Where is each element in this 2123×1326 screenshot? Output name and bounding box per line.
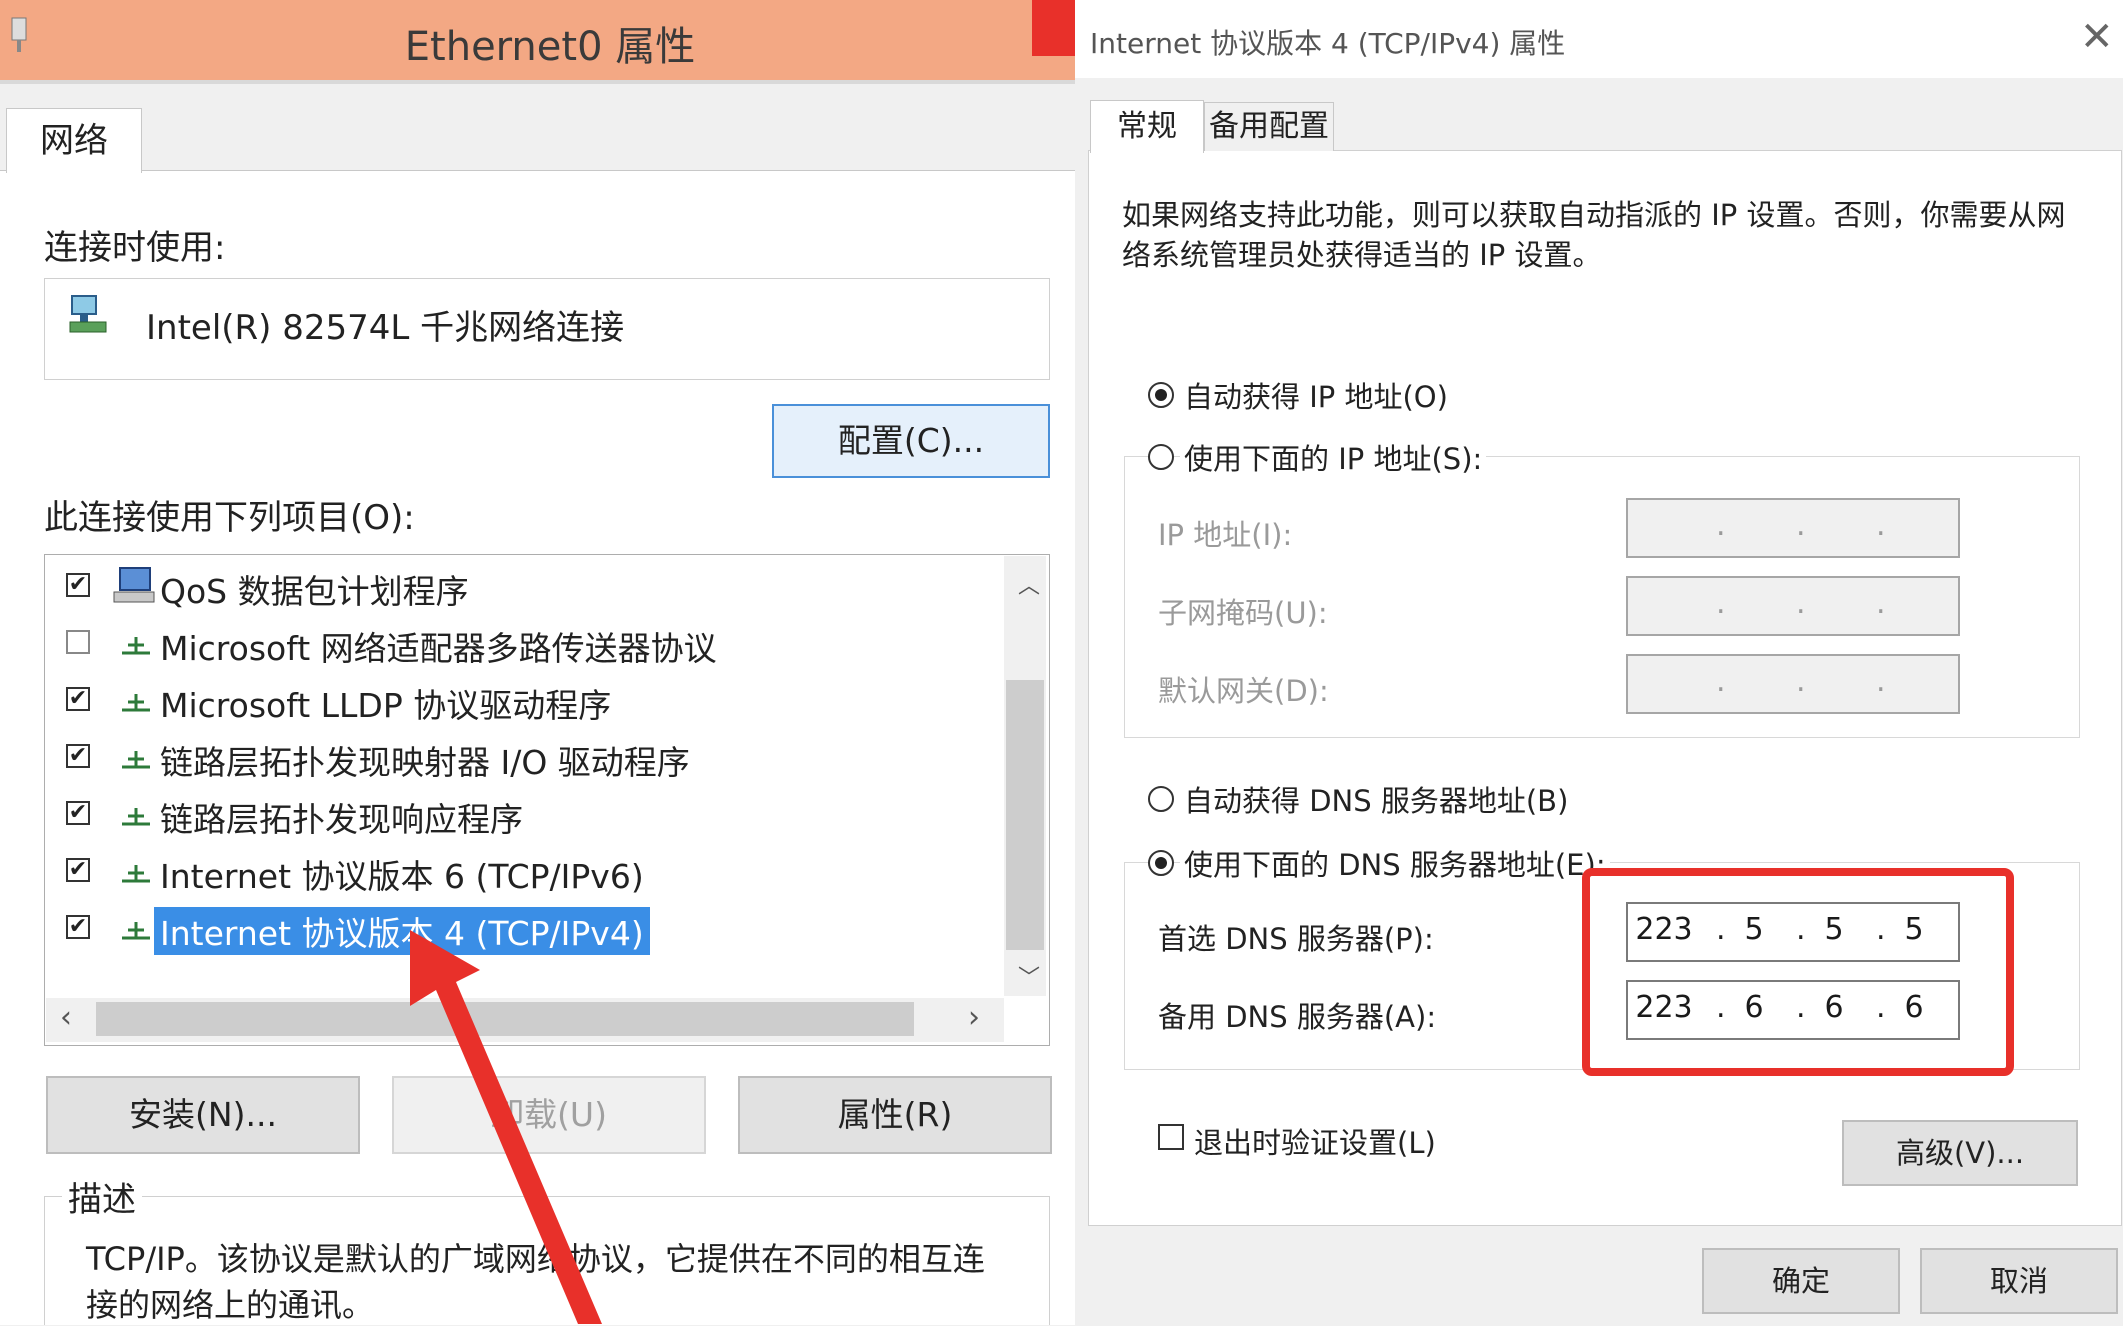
tab-general[interactable]: 常规 <box>1090 100 1204 153</box>
protocol-icon <box>122 922 150 940</box>
manual-ip-radio[interactable] <box>1148 444 1174 470</box>
auto-dns-label[interactable]: 自动获得 DNS 服务器地址(B) <box>1184 778 1568 820</box>
protocol-icon <box>122 637 150 655</box>
qos-scheduler-icon <box>113 567 155 603</box>
checkbox[interactable]: ✔ <box>66 858 90 882</box>
validate-checkbox[interactable] <box>1158 1124 1184 1150</box>
adapter-name: Intel(R) 82574L 千兆网络连接 <box>146 308 625 348</box>
alternate-dns-label: 备用 DNS 服务器(A): <box>1158 1000 1437 1034</box>
ip-address-label: IP 地址(I): <box>1158 518 1293 552</box>
cancel-button[interactable]: 取消 <box>1920 1248 2118 1314</box>
configure-button[interactable]: 配置(C)... <box>772 404 1050 478</box>
validate-checkbox-label[interactable]: 退出时验证设置(L) <box>1194 1120 1436 1162</box>
default-gateway-label: 默认网关(D): <box>1158 674 1329 708</box>
preferred-dns-label: 首选 DNS 服务器(P): <box>1158 922 1434 956</box>
scroll-left-icon[interactable]: ‹ <box>60 1000 72 1035</box>
list-item-label: Microsoft LLDP 协议驱动程序 <box>160 686 612 725</box>
intro-text-line2: 络系统管理员处获得适当的 IP 设置。 <box>1122 238 1602 272</box>
tab-alternate-config[interactable]: 备用配置 <box>1204 102 1334 151</box>
checkbox[interactable]: ✔ <box>66 915 90 939</box>
tab-strip <box>0 80 1075 84</box>
scrollbar-thumb[interactable] <box>1006 680 1044 950</box>
ok-button[interactable]: 确定 <box>1702 1248 1900 1314</box>
manual-ip-label[interactable]: 使用下面的 IP 地址(S): <box>1180 436 1487 478</box>
description-label: 描述 <box>62 1172 142 1221</box>
close-icon[interactable]: ✕ <box>2080 14 2114 60</box>
ip-address-field[interactable]: ... <box>1626 498 1960 558</box>
description-text-line2: 接的网络上的通讯。 <box>86 1286 375 1324</box>
checkbox[interactable]: ✔ <box>66 687 90 711</box>
auto-dns-radio[interactable] <box>1148 786 1174 812</box>
red-arrow-annotation <box>410 930 602 1324</box>
left-dialog-title: Ethernet0 属性 <box>404 24 696 70</box>
connect-using-label: 连接时使用: <box>44 228 226 268</box>
right-dialog-title: Internet 协议版本 4 (TCP/IPv4) 属性 <box>1090 27 1566 60</box>
manual-dns-label[interactable]: 使用下面的 DNS 服务器地址(E): <box>1180 842 1610 884</box>
list-item-label: 链路层拓扑发现映射器 I/O 驱动程序 <box>160 743 690 782</box>
tab-network[interactable]: 网络 <box>6 108 142 173</box>
scroll-down-icon[interactable]: ﹀ <box>1018 960 1040 992</box>
default-gateway-field[interactable]: ... <box>1626 654 1960 714</box>
network-adapter-icon <box>69 295 107 333</box>
scroll-right-icon[interactable]: › <box>968 1000 980 1035</box>
subnet-mask-field[interactable]: ... <box>1626 576 1960 636</box>
advanced-button[interactable]: 高级(V)... <box>1842 1120 2078 1186</box>
protocol-icon <box>122 751 150 769</box>
list-item-label: Microsoft 网络适配器多路传送器协议 <box>160 629 717 668</box>
install-button[interactable]: 安装(N)... <box>46 1076 360 1154</box>
auto-ip-label[interactable]: 自动获得 IP 地址(O) <box>1184 374 1448 416</box>
subnet-mask-label: 子网掩码(U): <box>1158 596 1328 630</box>
checkbox[interactable]: ✔ <box>66 744 90 768</box>
auto-ip-radio[interactable] <box>1148 382 1174 408</box>
properties-button[interactable]: 属性(R) <box>738 1076 1052 1154</box>
items-label: 此连接使用下列项目(O): <box>44 498 415 538</box>
list-item-label: 链路层拓扑发现响应程序 <box>160 800 523 839</box>
checkbox[interactable] <box>66 630 90 654</box>
checkbox[interactable]: ✔ <box>66 573 90 597</box>
protocol-icon <box>122 808 150 826</box>
protocol-icon <box>122 694 150 712</box>
intro-text-line1: 如果网络支持此功能，则可以获取自动指派的 IP 设置。否则，你需要从网 <box>1122 198 2066 232</box>
checkbox[interactable]: ✔ <box>66 801 90 825</box>
protocol-icon <box>122 865 150 883</box>
manual-dns-radio[interactable] <box>1148 850 1174 876</box>
scroll-up-icon[interactable]: ︿ <box>1018 568 1040 600</box>
dns-highlight-box <box>1582 868 2014 1076</box>
list-item-label: QoS 数据包计划程序 <box>160 572 469 611</box>
list-item-label: Internet 协议版本 6 (TCP/IPv6) <box>160 857 644 896</box>
left-close-button[interactable] <box>1032 0 1075 56</box>
